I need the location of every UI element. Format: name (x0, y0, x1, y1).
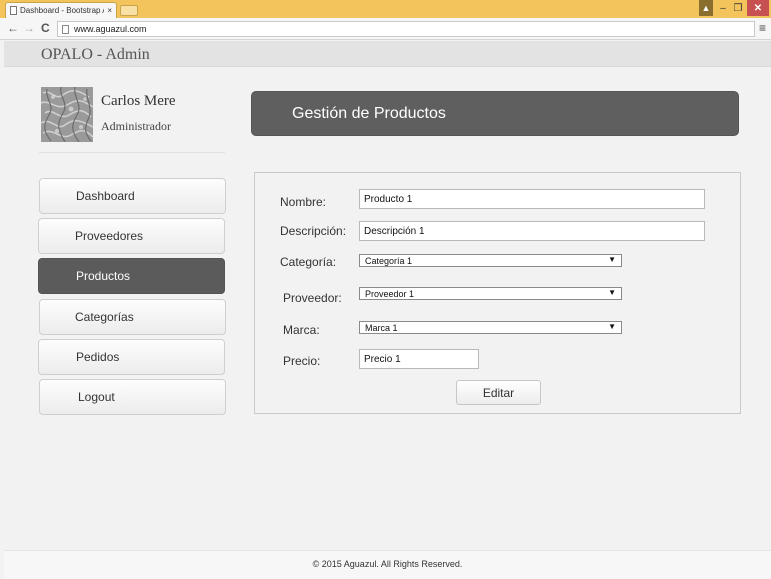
categoria-select[interactable]: Categoría 1 ▼ (359, 254, 622, 267)
precio-label: Precio: (283, 354, 321, 368)
dropdown-arrow-icon: ▼ (608, 288, 616, 297)
sidebar-item-logout[interactable]: Logout (39, 379, 226, 415)
avatar (41, 87, 93, 142)
page-icon (10, 6, 17, 15)
minimize-icon[interactable]: – (716, 0, 730, 16)
browser-tab[interactable]: Dashboard - Bootstrap Ad × (5, 2, 117, 18)
reload-icon[interactable]: C (41, 21, 50, 35)
maximize-icon[interactable]: ❐ (731, 0, 745, 16)
back-icon[interactable]: ← (7, 21, 19, 35)
marca-selected: Marca 1 (365, 322, 398, 333)
sidebar-item-label: Productos (76, 269, 131, 283)
page-title: Gestión de Productos (292, 105, 446, 122)
sidebar-item-proveedores[interactable]: Proveedores (38, 218, 225, 254)
proveedor-label: Proveedor: (283, 291, 342, 305)
brand-title[interactable]: OPALO - Admin (41, 46, 150, 64)
descripcion-label: Descripción: (280, 224, 347, 238)
forward-icon[interactable]: → (23, 21, 35, 35)
url-text: www.aguazul.com (74, 24, 147, 34)
marca-label: Marca: (283, 323, 320, 337)
sidebar-item-pedidos[interactable]: Pedidos (38, 339, 225, 375)
url-input[interactable]: www.aguazul.com (57, 21, 755, 37)
categoria-selected: Categoría 1 (365, 255, 413, 266)
nombre-field[interactable] (359, 189, 705, 209)
tab-close-icon[interactable]: × (107, 6, 112, 15)
dropdown-arrow-icon: ▼ (608, 255, 616, 264)
editar-button[interactable]: Editar (456, 380, 541, 405)
page-icon (62, 24, 69, 34)
sidebar-item-dashboard[interactable]: Dashboard (39, 178, 226, 214)
descripcion-field[interactable] (359, 221, 705, 241)
address-bar: ← → C www.aguazul.com ≡ (0, 18, 771, 40)
divider (39, 152, 225, 153)
proveedor-selected: Proveedor 1 (365, 288, 415, 299)
marca-select[interactable]: Marca 1 ▼ (359, 321, 622, 334)
sidebar-item-label: Logout (78, 390, 115, 404)
app-navbar: OPALO - Admin (4, 41, 771, 67)
window-close-icon[interactable]: ✕ (747, 0, 769, 16)
hamburger-menu-icon[interactable]: ≡ (759, 21, 766, 35)
footer-text: © 2015 Aguazul. All Rights Reserved. (312, 559, 463, 569)
footer: © 2015 Aguazul. All Rights Reserved. (4, 550, 771, 579)
user-role: Administrador (101, 119, 171, 133)
tab-title: Dashboard - Bootstrap Ad (20, 6, 105, 15)
precio-field[interactable] (359, 349, 479, 369)
sidebar-item-label: Categorías (75, 310, 134, 324)
proveedor-select[interactable]: Proveedor 1 ▼ (359, 287, 622, 300)
sidebar-item-categorias[interactable]: Categorías (39, 299, 226, 335)
new-tab-button[interactable] (120, 5, 138, 16)
page-header: Gestión de Productos (251, 91, 739, 136)
sidebar-item-label: Proveedores (75, 229, 144, 243)
dropdown-arrow-icon: ▼ (608, 322, 616, 331)
categoria-label: Categoría: (280, 255, 337, 269)
nombre-label: Nombre: (280, 195, 327, 209)
sidebar-item-productos[interactable]: Productos (38, 258, 225, 294)
user-name: Carlos Mere (101, 93, 176, 109)
user-profile-icon[interactable]: ▲ (699, 0, 713, 16)
browser-titlebar: Dashboard - Bootstrap Ad × ▲ – ❐ ✕ (0, 0, 771, 18)
sidebar-item-label: Dashboard (76, 189, 135, 203)
sidebar-item-label: Pedidos (76, 350, 120, 364)
